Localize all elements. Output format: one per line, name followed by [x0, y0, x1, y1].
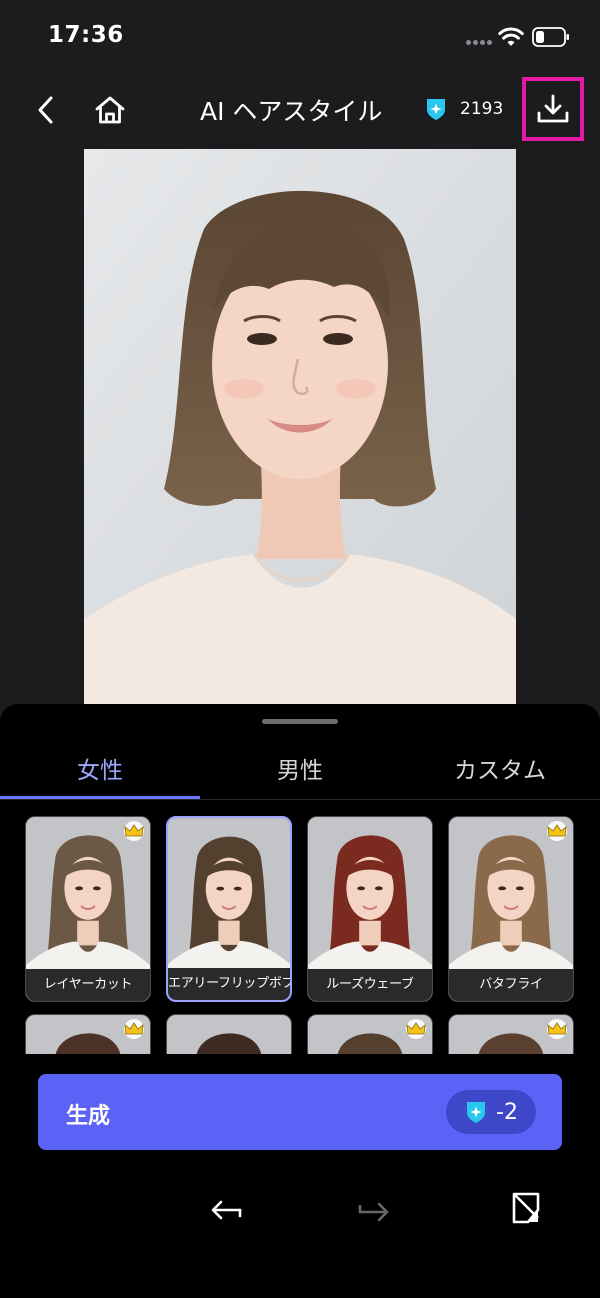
crown-icon	[124, 821, 144, 841]
crown-icon	[547, 821, 567, 841]
crown-icon	[547, 1019, 567, 1039]
redo-arrow-icon[interactable]	[354, 1192, 394, 1228]
hairstyle-card[interactable]: ルーズウェーブ	[307, 816, 433, 1002]
cost-value: -2	[496, 1099, 518, 1125]
download-button[interactable]	[522, 77, 584, 141]
app-screen: 17:36 AI ヘアスタイル 2193 女性 男性 カスタム レイヤーカット …	[0, 0, 600, 1298]
hairstyle-card[interactable]	[25, 1014, 151, 1054]
status-bar: 17:36	[0, 0, 600, 74]
hairstyle-card[interactable]	[307, 1014, 433, 1054]
tab-female[interactable]: 女性	[0, 748, 200, 800]
back-button[interactable]	[26, 88, 66, 132]
crown-icon	[124, 1019, 144, 1039]
gender-tabs: 女性 男性 カスタム	[0, 748, 600, 800]
credits-balance[interactable]: 2193	[424, 96, 503, 122]
hairstyle-thumbnail	[167, 1015, 291, 1054]
cost-badge: -2	[446, 1090, 536, 1134]
hairstyle-card[interactable]: レイヤーカット	[25, 816, 151, 1002]
hairstyle-label: バタフライ	[449, 969, 573, 1001]
crown-icon	[406, 1019, 426, 1039]
hairstyle-card[interactable]: エアリーフリップボブ	[166, 816, 292, 1002]
hairstyle-grid: レイヤーカット エアリーフリップボブ ルーズウェーブ バタフライ	[0, 808, 600, 1054]
credits-count: 2193	[460, 99, 504, 119]
hairstyle-label: レイヤーカット	[26, 969, 150, 1001]
status-time: 17:36	[48, 22, 124, 48]
signal-dots-icon	[466, 40, 492, 46]
home-icon	[95, 96, 125, 124]
home-button[interactable]	[88, 88, 132, 132]
generate-button[interactable]: 生成 -2	[38, 1074, 562, 1150]
hairstyle-card[interactable]	[166, 1014, 292, 1054]
hairstyle-card[interactable]: バタフライ	[448, 816, 574, 1002]
gem-shield-icon	[467, 1102, 486, 1123]
hairstyle-card[interactable]	[448, 1014, 574, 1054]
undo-arrow-icon[interactable]	[206, 1192, 246, 1228]
tab-custom[interactable]: カスタム	[400, 748, 600, 800]
hairstyle-label: エアリーフリップボブ	[168, 968, 290, 1000]
portrait-photo[interactable]	[84, 149, 516, 704]
active-tab-indicator	[0, 796, 200, 799]
style-picker-sheet: 女性 男性 カスタム レイヤーカット エアリーフリップボブ ルーズウェーブ バタフライ…	[0, 704, 600, 1298]
drag-handle[interactable]	[262, 719, 338, 724]
page-title: AI ヘアスタイル	[200, 97, 383, 126]
edit-toolbar	[0, 1188, 600, 1232]
gem-shield-icon	[427, 99, 445, 120]
hairstyle-label: ルーズウェーブ	[308, 969, 432, 1001]
wifi-icon	[498, 27, 524, 46]
download-icon	[537, 94, 569, 123]
generate-label: 生成	[66, 1104, 111, 1129]
battery-icon	[532, 27, 569, 47]
top-app-bar: AI ヘアスタイル 2193	[0, 74, 600, 146]
chevron-left-icon	[38, 96, 53, 124]
tab-male[interactable]: 男性	[200, 748, 400, 800]
compare-icon[interactable]	[506, 1188, 546, 1228]
portrait-illustration	[84, 149, 516, 704]
